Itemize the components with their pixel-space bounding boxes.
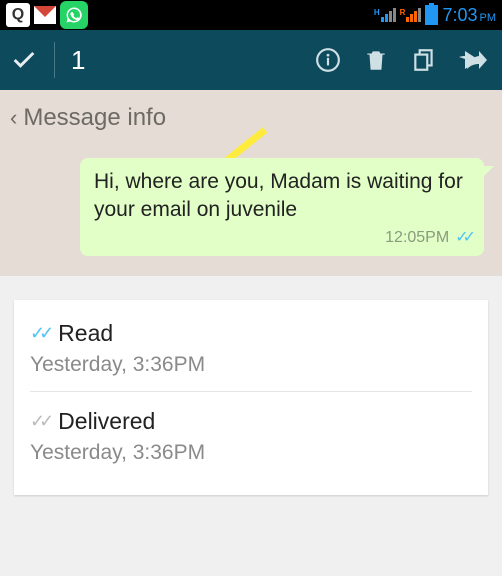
- message-bubble[interactable]: Hi, where are you, Madam is waiting for …: [80, 158, 484, 256]
- read-ticks-icon: ✓✓: [455, 227, 470, 249]
- status-right: H R 7:03PM: [374, 5, 496, 26]
- delivery-info-card: ✓✓ Read Yesterday, 3:36PM ✓✓ Delivered Y…: [14, 300, 488, 495]
- message-text: Hi, where are you, Madam is waiting for …: [94, 170, 463, 221]
- status-left: Q: [6, 1, 88, 29]
- selection-count: 1: [71, 45, 85, 76]
- clock: 7:03PM: [442, 5, 496, 26]
- chat-area: ‹ Message info Hi, where are you, Madam …: [0, 90, 502, 276]
- copy-button[interactable]: [404, 46, 444, 74]
- battery-icon: [425, 5, 438, 25]
- read-time: Yesterday, 3:36PM: [30, 353, 472, 377]
- back-chevron-icon[interactable]: ‹: [10, 105, 17, 131]
- delivered-row: ✓✓ Delivered Yesterday, 3:36PM: [30, 391, 472, 479]
- delivered-time: Yesterday, 3:36PM: [30, 441, 472, 465]
- info-button[interactable]: [308, 47, 348, 73]
- selection-action-bar: 1: [0, 30, 502, 90]
- done-button[interactable]: [10, 46, 38, 74]
- q-app-icon: Q: [6, 3, 30, 27]
- message-info-header[interactable]: ‹ Message info: [0, 90, 502, 158]
- gmail-icon: [34, 6, 56, 24]
- delivered-ticks-icon: ✓✓: [30, 411, 48, 432]
- signal-r-icon: R: [400, 8, 422, 22]
- read-label: Read: [58, 320, 113, 347]
- read-ticks-icon: ✓✓: [30, 323, 48, 344]
- delete-button[interactable]: [356, 46, 396, 74]
- divider: [54, 42, 55, 78]
- message-time: 12:05PM: [385, 227, 449, 249]
- forward-button[interactable]: [452, 49, 492, 71]
- signal-h-icon: H: [374, 8, 396, 22]
- message-meta: 12:05PM ✓✓: [94, 227, 470, 249]
- delivered-label: Delivered: [58, 408, 155, 435]
- whatsapp-icon: [60, 1, 88, 29]
- page-title: Message info: [23, 104, 166, 132]
- read-row: ✓✓ Read Yesterday, 3:36PM: [30, 304, 472, 391]
- status-bar: Q H R 7:03PM: [0, 0, 502, 30]
